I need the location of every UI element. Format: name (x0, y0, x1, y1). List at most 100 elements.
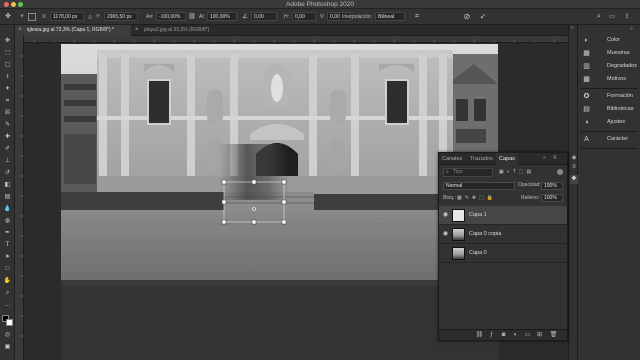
panel-swatches[interactable]: ▦ Muestras (578, 47, 640, 60)
angle-icon: ∠ (242, 14, 248, 20)
reference-point-icon[interactable] (28, 13, 36, 21)
fill-field[interactable]: 100% (541, 194, 563, 202)
blend-mode-select[interactable]: Normal (443, 182, 515, 190)
link-layers-icon[interactable]: ⛓ (475, 331, 484, 340)
layer-filter-select[interactable]: ⌕ Tipo (443, 168, 493, 177)
trash-icon[interactable]: 🗑 (549, 331, 558, 340)
y-position-field[interactable]: 2965,50 px (104, 12, 138, 21)
path-selection-icon[interactable]: ➤ (2, 253, 13, 262)
collapse-icon[interactable]: » (630, 26, 633, 32)
height-label: Al: (199, 14, 205, 20)
x-label: X: (42, 14, 47, 20)
close-tab-icon[interactable]: × (135, 25, 139, 36)
artboard-tool-icon[interactable]: ⬚ (2, 49, 13, 58)
marquee-tool-icon[interactable]: ▢ (2, 61, 13, 70)
tab-iglesia[interactable]: × iglesia.jpg al 73,3% (Capa 1, RGB/8*) … (15, 25, 131, 36)
search-icon[interactable]: ⌕ (594, 12, 604, 22)
move-tool-icon[interactable]: ✥ (2, 37, 13, 46)
dodge-tool-icon[interactable]: ◍ (2, 217, 13, 226)
frame-tool-icon[interactable]: ☒ (2, 109, 13, 118)
cancel-circle-icon[interactable]: ⊘ (462, 12, 472, 22)
panel-learn[interactable]: ✪ Formación (578, 90, 640, 103)
healing-brush-icon[interactable]: ✚ (2, 133, 13, 142)
panel-color[interactable]: ◐ Color (578, 34, 640, 47)
chevron-down-icon[interactable]: ▾ (17, 12, 27, 22)
rotation-field[interactable]: 0,00 (251, 12, 277, 21)
group-folder-icon[interactable]: ▭ (523, 331, 532, 340)
swatches-icon: ▦ (583, 50, 590, 57)
adjustment-layer-icon[interactable]: ◐ (511, 331, 520, 340)
layers-icon[interactable]: ❖ (570, 175, 578, 184)
lock-icons[interactable]: ▦✎✥⬚🔒 (457, 195, 496, 201)
layer-row-capa-0-copia[interactable]: ◉ Capa 0 copia (439, 225, 567, 244)
transform-tool-icon[interactable]: ✥ (3, 12, 13, 22)
brush-tool-icon[interactable]: ✐ (2, 145, 13, 154)
fx-icon[interactable]: ƒ (487, 331, 496, 340)
tab-paths[interactable]: Trazados (467, 153, 496, 165)
tab-playa2[interactable]: × playa2.jpg al 33,3% (RGB/8*) (132, 25, 242, 36)
zoom-tool-icon[interactable]: ⌕ (2, 289, 13, 298)
eye-icon[interactable]: ◉ (442, 212, 449, 219)
rectangle-tool-icon[interactable]: □ (2, 265, 13, 274)
lasso-tool-icon[interactable]: ℓ (2, 73, 13, 82)
layer-row-capa-1[interactable]: ◉ Capa 1 (439, 206, 567, 225)
panel-menu-icon[interactable]: ≡ (553, 155, 557, 161)
checkmark-icon[interactable]: ✓ (478, 12, 488, 22)
triangle-icon[interactable]: △ (85, 12, 95, 22)
character-icon: A (584, 136, 589, 143)
eyedropper-icon[interactable]: ✎ (2, 121, 13, 130)
tab-label: iglesia.jpg al 73,3% (Capa 1, RGB/8*) * (27, 27, 114, 33)
screen-mode-icon[interactable]: ▣ (2, 343, 13, 352)
right-panel: » ◐ Color ▦ Muestras ▥ Degradados ▩ Moti… (570, 25, 640, 360)
gradient-tool-icon[interactable]: ▤ (2, 193, 13, 202)
type-tool-icon[interactable]: T (2, 241, 13, 250)
x-position-field[interactable]: 1178,00 px (50, 12, 84, 21)
adjustments-icon: ◑ (584, 119, 589, 126)
panel-character[interactable]: A Carácter (578, 133, 640, 146)
opacity-field[interactable]: 100% (541, 182, 563, 190)
app-title: Adobe Photoshop 2020 (286, 1, 354, 8)
eye-icon[interactable]: ◉ (442, 231, 449, 238)
crop-tool-icon[interactable]: ⌗ (2, 97, 13, 106)
pen-tool-icon[interactable]: ✒ (2, 229, 13, 238)
skew-h-field[interactable]: 0,00 (292, 12, 316, 21)
width-scale-field[interactable]: -100,00% (156, 12, 186, 21)
layers-panel-footer: ⛓ ƒ ◙ ◐ ▭ ⊞ 🗑 (439, 329, 567, 340)
layer-row-capa-0[interactable]: ◉ Capa 0 (439, 244, 567, 263)
height-scale-field[interactable]: 100,00% (207, 12, 237, 21)
blur-tool-icon[interactable]: 💧 (2, 205, 13, 214)
warp-icon[interactable]: ⌗ (412, 12, 422, 22)
eraser-tool-icon[interactable]: ◧ (2, 181, 13, 190)
new-layer-icon[interactable]: ⊞ (535, 331, 544, 340)
horizontal-ruler[interactable] (24, 36, 568, 43)
share-icon[interactable]: ⇪ (622, 12, 632, 22)
tab-layers[interactable]: Capas (496, 153, 518, 165)
layers-stack-icon[interactable]: ◈ (570, 154, 578, 163)
filter-toggle[interactable] (557, 169, 563, 175)
interpolation-select[interactable]: Bilineal (375, 12, 405, 21)
panel-adjustments[interactable]: ◑ Ajustes (578, 116, 640, 129)
link-icon[interactable]: ⛓ (187, 12, 197, 22)
collapse-icon[interactable]: » (543, 155, 546, 161)
tab-channels[interactable]: Canales (439, 153, 465, 165)
hand-tool-icon[interactable]: ✋ (2, 277, 13, 286)
quick-mask-icon[interactable]: ◎ (2, 331, 13, 340)
workspace-icon[interactable]: ▭ (607, 12, 617, 22)
background-color-swatch[interactable] (6, 319, 13, 326)
collapse-icon[interactable]: » (571, 25, 576, 31)
vertical-ruler[interactable] (15, 36, 24, 360)
clone-stamp-icon[interactable]: ⊥ (2, 157, 13, 166)
add-mask-icon[interactable]: ◙ (499, 331, 508, 340)
panel-patterns[interactable]: ▩ Motivos (578, 73, 640, 86)
panel-libraries[interactable]: ▤ Bibliotecas (578, 103, 640, 116)
patterns-icon: ▩ (583, 76, 590, 83)
history-brush-icon[interactable]: ↺ (2, 169, 13, 178)
more-tools-icon[interactable]: … (2, 301, 13, 310)
channels-icon[interactable]: ≡ (570, 164, 578, 173)
close-tab-icon[interactable]: × (18, 25, 22, 36)
magic-wand-icon[interactable]: ✦ (2, 85, 13, 94)
panel-gradients[interactable]: ▥ Degradados (578, 60, 640, 73)
filter-icons[interactable]: ▣◐T⬚▤ (499, 169, 534, 175)
tools-panel: ✥ ⬚ ▢ ℓ ✦ ⌗ ☒ ✎ ✚ ✐ ⊥ ↺ ◧ ▤ 💧 ◍ ✒ T ➤ □ … (0, 25, 15, 360)
eye-hidden-icon[interactable]: ◉ (442, 250, 449, 257)
